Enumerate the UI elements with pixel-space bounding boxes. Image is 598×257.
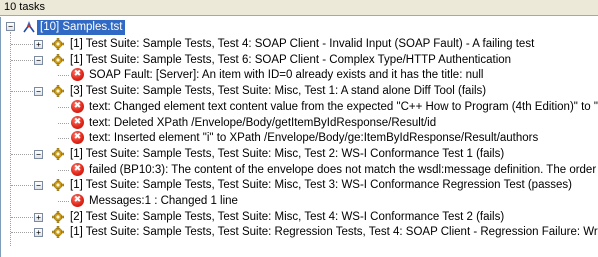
task-row[interactable]: − [1] Test Suite: Sample Tests, Test Suit… — [1, 146, 598, 162]
task-detail-row[interactable]: ✖ text: Deleted XPath /Envelope/Body/getI… — [1, 115, 598, 131]
root-node-label[interactable]: [10] Samples.tst — [37, 20, 126, 35]
run-target-icon — [23, 21, 35, 33]
task-label: [3] Test Suite: Sample Tests, Test Suite… — [70, 85, 487, 97]
error-icon: ✖ — [71, 116, 84, 129]
task-detail-row[interactable]: ✖ failed (BP10:3): The content of the env… — [1, 162, 598, 178]
tasks-header: 10 tasks — [0, 0, 598, 16]
tree-connector — [58, 201, 69, 202]
collapse-button[interactable]: − — [34, 87, 43, 96]
task-detail-label: text: Deleted XPath /Envelope/Body/getIt… — [89, 117, 437, 129]
task-detail-label: Messages:1 : Changed 1 line — [89, 195, 238, 207]
error-icon: ✖ — [71, 131, 84, 144]
root-collapse-button[interactable]: − — [6, 22, 15, 31]
task-detail-label: SOAP Fault: [Server]: An item with ID=0 … — [89, 69, 484, 81]
error-icon: ✖ — [71, 68, 84, 81]
task-detail-row[interactable]: ✖ Messages:1 : Changed 1 line — [1, 193, 598, 209]
tree-connector — [58, 123, 69, 124]
collapse-button[interactable]: − — [34, 56, 43, 65]
task-label: [1] Test Suite: Sample Tests, Test Suite… — [70, 179, 572, 191]
tasks-count-label: 10 tasks — [4, 1, 45, 13]
gear-icon — [52, 211, 64, 223]
collapse-button[interactable]: − — [34, 181, 43, 190]
task-detail-label: text: Inserted element "i" to XPath /Env… — [89, 132, 539, 144]
gear-icon — [52, 85, 64, 97]
tree-connector — [58, 170, 69, 171]
error-icon: ✖ — [71, 100, 84, 113]
task-detail-row[interactable]: ✖ SOAP Fault: [Server]: An item with ID=0… — [1, 67, 598, 83]
task-detail-label: failed (BP10:3): The content of the enve… — [89, 164, 598, 176]
task-row[interactable]: + [1] Test Suite: Sample Tests, Test Suit… — [1, 224, 598, 240]
task-tree[interactable]: − [10] Samples.tst + [1] Test Suite: Samp… — [0, 17, 598, 257]
task-row[interactable]: − [3] Test Suite: Sample Tests, Test Suit… — [1, 83, 598, 99]
collapse-button[interactable]: − — [34, 150, 43, 159]
task-label: [1] Test Suite: Sample Tests, Test 6: SO… — [70, 54, 512, 66]
gear-icon — [52, 148, 64, 160]
tree-connector — [58, 138, 69, 139]
task-row[interactable]: − [1] Test Suite: Sample Tests, Test Suit… — [1, 177, 598, 193]
task-detail-row[interactable]: ✖ text: Changed element text content valu… — [1, 99, 598, 115]
gear-icon — [52, 179, 64, 191]
expand-button[interactable]: + — [34, 213, 43, 222]
expand-button[interactable]: + — [34, 40, 43, 49]
error-icon: ✖ — [71, 194, 84, 207]
task-row[interactable]: + [2] Test Suite: Sample Tests, Test Suit… — [1, 209, 598, 225]
gear-icon — [52, 226, 64, 238]
expand-button[interactable]: + — [34, 228, 43, 237]
task-label: [2] Test Suite: Sample Tests, Test Suite… — [70, 211, 505, 223]
task-label: [1] Test Suite: Sample Tests, Test Suite… — [70, 148, 505, 160]
task-label: [1] Test Suite: Sample Tests, Test Suite… — [70, 226, 598, 238]
task-label: [1] Test Suite: Sample Tests, Test 4: SO… — [70, 38, 535, 50]
task-row[interactable]: − [1] Test Suite: Sample Tests, Test 6: S… — [1, 52, 598, 68]
task-detail-label: text: Changed element text content value… — [89, 101, 598, 113]
error-icon: ✖ — [71, 163, 84, 176]
tree-connector — [58, 107, 69, 108]
gear-icon — [52, 54, 64, 66]
task-detail-row[interactable]: ✖ text: Inserted element "i" to XPath /En… — [1, 130, 598, 146]
gear-icon — [52, 38, 64, 50]
task-row[interactable]: + [1] Test Suite: Sample Tests, Test 4: S… — [1, 36, 598, 52]
tree-connector — [58, 75, 69, 76]
